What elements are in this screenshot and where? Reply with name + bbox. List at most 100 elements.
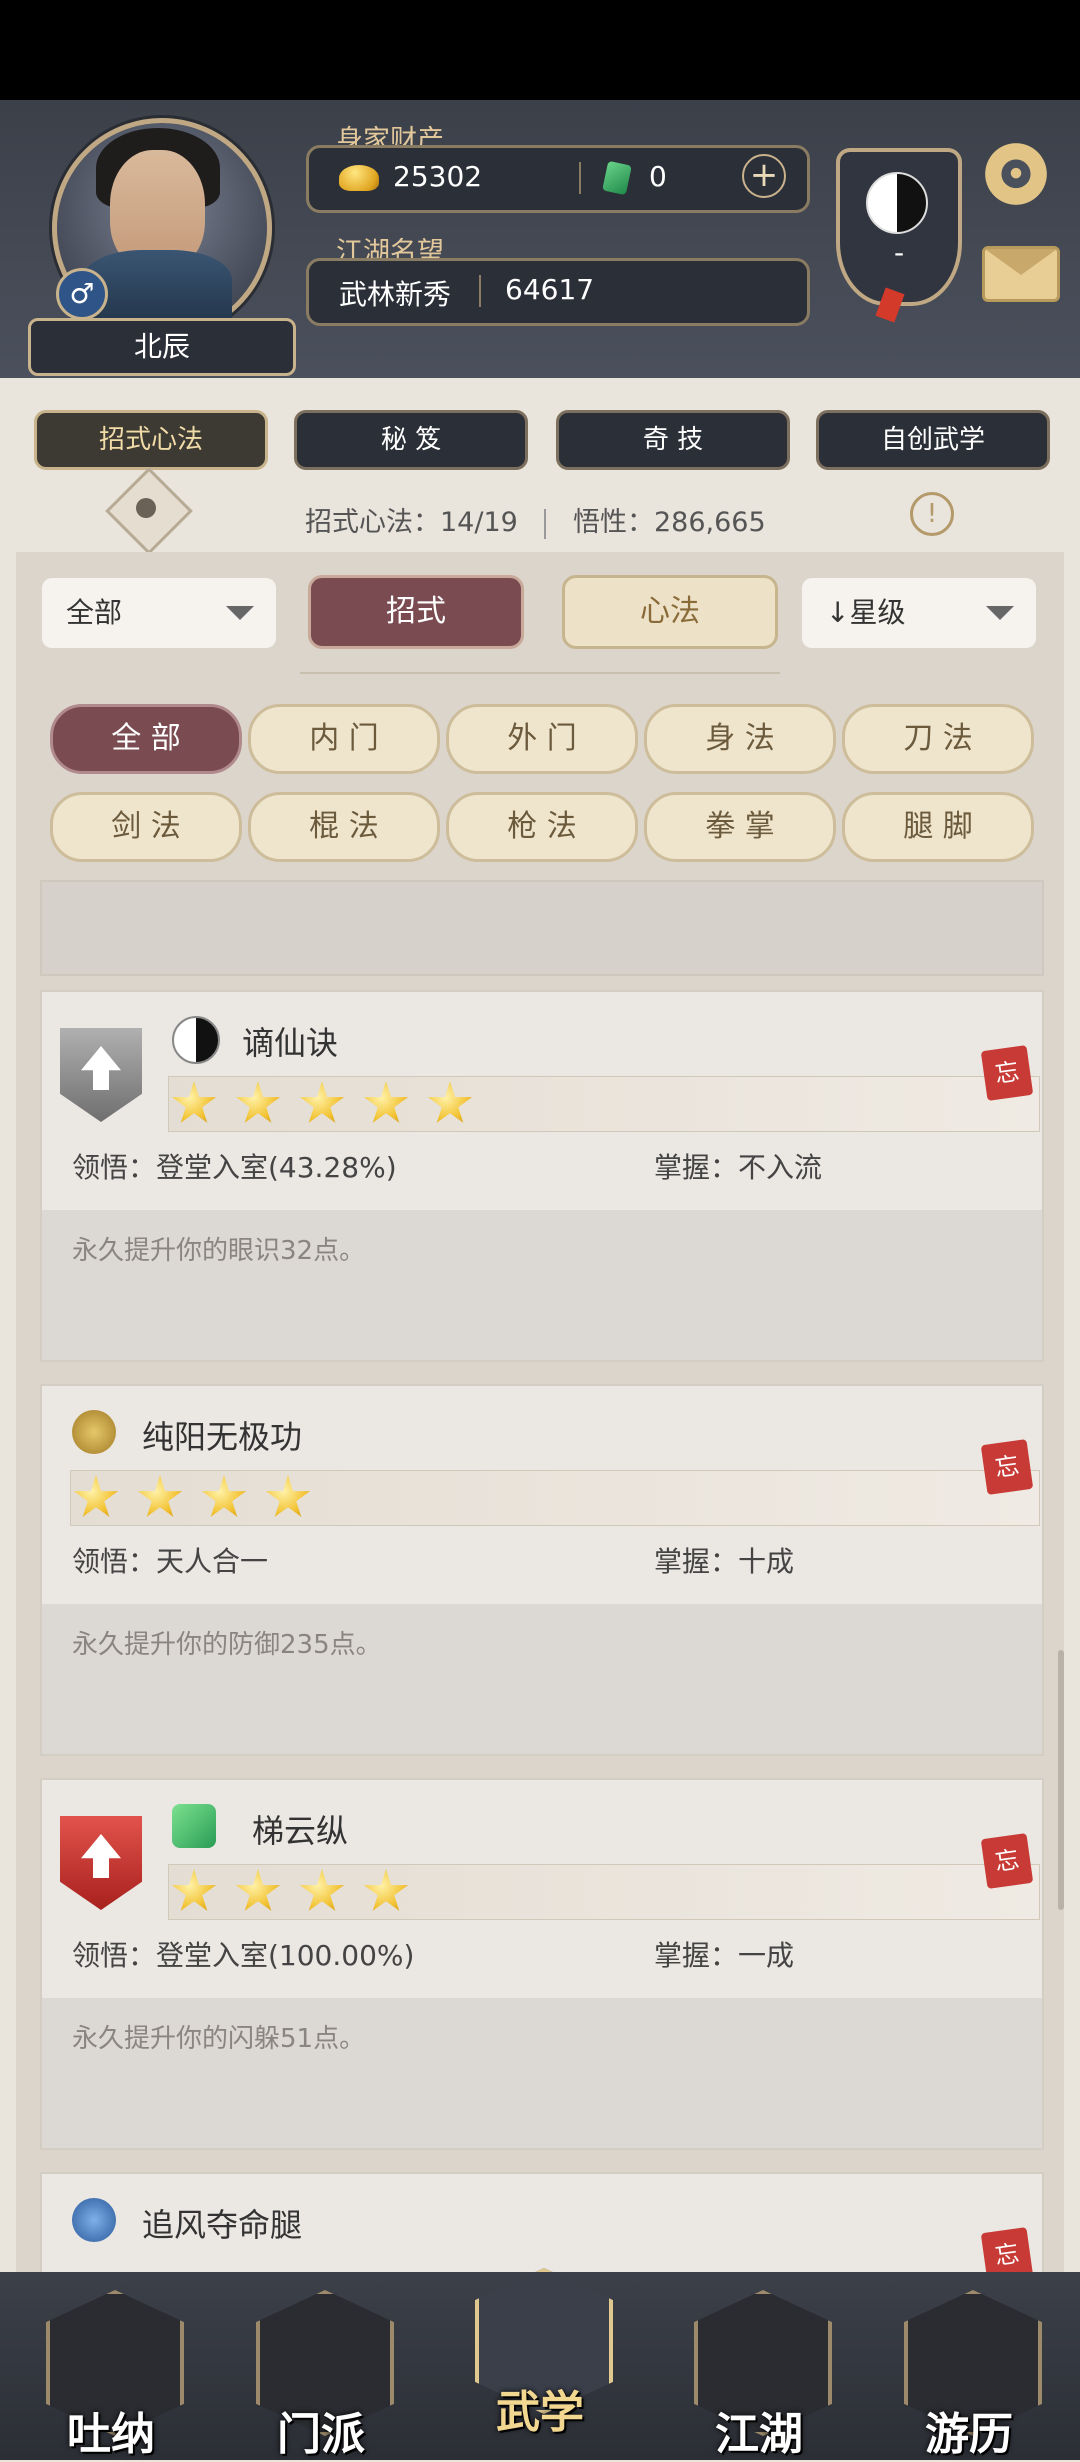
mastery: 掌握：一成	[654, 1939, 795, 1972]
gold-amount: 25302	[393, 160, 483, 193]
sun-emblem-icon	[72, 1410, 116, 1454]
stats-row: 招式心法：14/19 悟性：286,665	[305, 500, 766, 539]
gold-ingot-icon	[339, 165, 379, 191]
skill-card[interactable]: 梯云纵 领悟：登堂入室(100.00%) 掌握：一成 永久提升你的闪躲51点。 …	[40, 1778, 1044, 2150]
insight-value: 悟性：286,665	[573, 507, 766, 538]
skill-name: 谪仙诀	[242, 1024, 339, 1062]
status-bar	[0, 0, 1080, 100]
info-icon[interactable]: !	[910, 492, 954, 536]
rank-badge-icon	[60, 1028, 142, 1122]
gear-icon[interactable]: ⚙	[980, 138, 1052, 210]
chip-all[interactable]: 全 部	[50, 704, 242, 774]
mastery: 掌握：不入流	[654, 1151, 823, 1184]
forget-button[interactable]: 忘	[980, 1045, 1034, 1101]
reputation-value: 64617	[505, 273, 595, 306]
forget-button[interactable]: 忘	[980, 1833, 1034, 1889]
star-icon	[363, 1081, 409, 1123]
nav-breathing[interactable]: 吐纳	[36, 2290, 186, 2460]
nav-martial-arts[interactable]: 武学	[465, 2268, 615, 2438]
mail-icon[interactable]	[982, 246, 1060, 302]
star-icon	[201, 1475, 247, 1517]
category-dropdown[interactable]: 全部	[42, 578, 276, 648]
boot-icon	[172, 1804, 216, 1848]
chip-outer[interactable]: 外 门	[446, 704, 638, 774]
seg-moves[interactable]: 招式	[308, 575, 524, 649]
star-icon	[427, 1081, 473, 1123]
star-icon	[235, 1081, 281, 1123]
star-icon	[137, 1475, 183, 1517]
star-icon	[299, 1081, 345, 1123]
chevron-down-icon	[986, 606, 1014, 620]
comprehension: 领悟：天人合一	[72, 1545, 269, 1578]
wealth-box: 25302 0	[306, 145, 810, 213]
skill-name: 梯云纵	[252, 1812, 349, 1850]
comprehension: 领悟：登堂入室(43.28%)	[72, 1151, 397, 1184]
star-icon	[265, 1475, 311, 1517]
tab-moves-heart[interactable]: 招式心法	[34, 410, 268, 470]
chip-movement[interactable]: 身 法	[644, 704, 836, 774]
seg-heart-method[interactable]: 心法	[562, 575, 778, 649]
chip-blade[interactable]: 刀 法	[842, 704, 1034, 774]
nav-sect[interactable]: 门派	[246, 2290, 396, 2460]
nav-travel[interactable]: 游历	[894, 2290, 1044, 2460]
wind-icon	[72, 2198, 116, 2242]
category-dropdown-value: 全部	[66, 596, 123, 629]
skill-name: 纯阳无极功	[142, 1418, 303, 1456]
moves-count: 招式心法：14/19	[305, 507, 518, 538]
sort-dropdown-value: ↓星级	[826, 596, 906, 629]
jade-amount: 0	[649, 160, 667, 193]
chip-fist[interactable]: 拳 掌	[644, 792, 836, 862]
divider-ornament	[300, 672, 780, 674]
skill-name: 追风夺命腿	[142, 2206, 303, 2244]
taiji-icon	[172, 1016, 220, 1064]
scrollbar[interactable]	[1058, 1650, 1064, 1910]
sect-rank: -	[893, 236, 905, 269]
tab-secret-books[interactable]: 秘 笈	[294, 410, 528, 470]
divider	[479, 275, 481, 307]
nav-jianghu[interactable]: 江湖	[684, 2290, 834, 2460]
skill-card[interactable]: 谪仙诀 领悟：登堂入室(43.28%) 掌握：不入流 永久提升你的眼识32点。 …	[40, 990, 1044, 1362]
nav-label: 吐纳	[67, 2409, 155, 2460]
skill-card[interactable]: 纯阳无极功 领悟：天人合一 掌握：十成 永久提升你的防御235点。 忘	[40, 1384, 1044, 1756]
chip-staff[interactable]: 棍 法	[248, 792, 440, 862]
empty-card	[40, 880, 1044, 976]
chip-sword[interactable]: 剑 法	[50, 792, 242, 862]
divider	[544, 508, 547, 539]
comprehension: 领悟：登堂入室(100.00%)	[72, 1939, 415, 1972]
star-icon	[235, 1869, 281, 1911]
star-icon	[299, 1869, 345, 1911]
sort-dropdown[interactable]: ↓星级	[802, 578, 1036, 648]
tab-special-skills[interactable]: 奇 技	[556, 410, 790, 470]
nav-label: 游历	[925, 2409, 1013, 2460]
player-name: 北辰	[28, 318, 296, 376]
star-rating	[70, 1470, 1040, 1526]
reputation-box: 武林新秀 64617	[306, 258, 810, 326]
chip-spear[interactable]: 枪 法	[446, 792, 638, 862]
mastery: 掌握：十成	[654, 1545, 795, 1578]
divider	[579, 162, 581, 194]
tab-self-created[interactable]: 自创武学	[816, 410, 1050, 470]
chip-inner[interactable]: 内 门	[248, 704, 440, 774]
nav-label: 武学	[496, 2387, 584, 2438]
skill-description: 永久提升你的防御235点。	[72, 1630, 382, 1660]
add-currency-button[interactable]: +	[742, 154, 786, 198]
forget-button[interactable]: 忘	[980, 2227, 1034, 2274]
eye-pupil	[136, 498, 156, 518]
star-icon	[171, 1081, 217, 1123]
gender-male-icon: ♂	[56, 268, 108, 320]
star-icon	[73, 1475, 119, 1517]
star-icon	[171, 1869, 217, 1911]
skill-card[interactable]: 追风夺命腿 忘	[40, 2172, 1044, 2276]
taiji-icon	[866, 172, 928, 234]
star-rating	[168, 1864, 1040, 1920]
nav-label: 江湖	[715, 2409, 803, 2460]
forget-button[interactable]: 忘	[980, 1439, 1034, 1495]
reputation-title: 武林新秀	[339, 278, 452, 311]
chevron-down-icon	[226, 606, 254, 620]
nav-label: 门派	[277, 2409, 365, 2460]
star-rating	[168, 1076, 1040, 1132]
skill-description: 永久提升你的眼识32点。	[72, 1236, 366, 1266]
skill-description: 永久提升你的闪躲51点。	[72, 2024, 366, 2054]
jade-icon	[602, 160, 632, 196]
chip-leg[interactable]: 腿 脚	[842, 792, 1034, 862]
